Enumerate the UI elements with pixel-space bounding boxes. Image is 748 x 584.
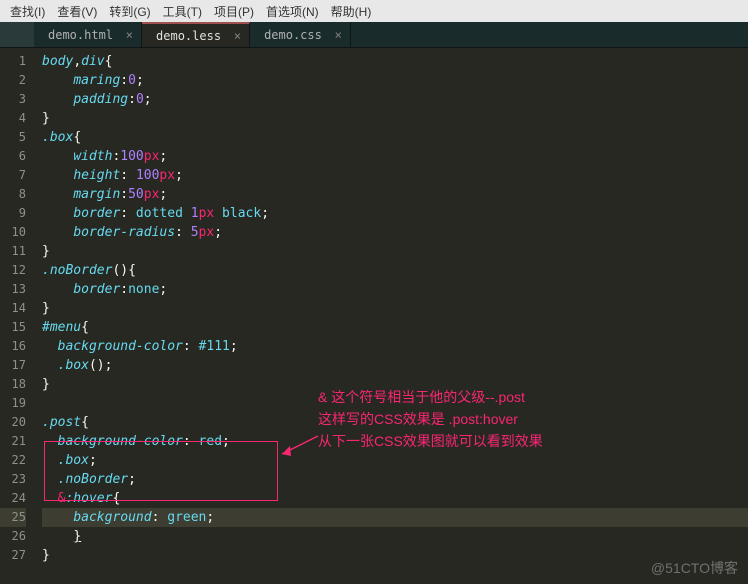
gutter-line: 18 — [0, 375, 26, 394]
tab-label: demo.less — [156, 29, 221, 43]
gutter-line: 1 — [0, 52, 26, 71]
gutter-line: 7 — [0, 166, 26, 185]
code-line: #menu{ — [42, 318, 748, 337]
gutter-line: 15 — [0, 318, 26, 337]
gutter-line: 13 — [0, 280, 26, 299]
gutter-line: 4 — [0, 109, 26, 128]
menu-view[interactable]: 查看(V) — [51, 1, 103, 22]
code-line: } — [42, 527, 748, 546]
gutter-line: 22 — [0, 451, 26, 470]
menu-tools[interactable]: 工具(T) — [157, 1, 208, 22]
gutter-line: 5 — [0, 128, 26, 147]
gutter-line: 19 — [0, 394, 26, 413]
close-icon[interactable]: × — [234, 29, 241, 43]
gutter-line: 17 — [0, 356, 26, 375]
gutter-line: 8 — [0, 185, 26, 204]
annotation-text: & 这个符号相当于他的父级--.post 这样写的CSS效果是 .post:ho… — [318, 386, 543, 452]
gutter-line: 20 — [0, 413, 26, 432]
code-body[interactable]: body,div{ maring:0; padding:0; } .box{ w… — [34, 48, 748, 584]
tab-demo-html[interactable]: demo.html × — [34, 22, 142, 47]
watermark: @51CTO博客 — [651, 558, 738, 578]
code-line: .noBorder(){ — [42, 261, 748, 280]
menu-help[interactable]: 帮助(H) — [325, 1, 378, 22]
gutter-line: 21 — [0, 432, 26, 451]
tab-label: demo.css — [264, 28, 322, 42]
gutter-line: 6 — [0, 147, 26, 166]
code-line: .noBorder; — [42, 470, 748, 489]
gutter-line: 16 — [0, 337, 26, 356]
gutter-line: 12 — [0, 261, 26, 280]
code-line: border:none; — [42, 280, 748, 299]
code-line-current: background: green; — [42, 508, 748, 527]
gutter-line: 24 — [0, 489, 26, 508]
menu-goto[interactable]: 转到(G) — [103, 1, 156, 22]
gutter: 1234567891011121314151617181920212223242… — [0, 48, 34, 584]
menubar[interactable]: 查找(I) 查看(V) 转到(G) 工具(T) 项目(P) 首选项(N) 帮助(… — [0, 0, 748, 22]
gutter-line: 25 — [0, 508, 26, 527]
code-line: } — [42, 109, 748, 128]
tabbar: demo.html × demo.less × demo.css × — [0, 22, 748, 48]
code-line: margin:50px; — [42, 185, 748, 204]
gutter-line: 9 — [0, 204, 26, 223]
gutter-line: 14 — [0, 299, 26, 318]
gutter-line: 10 — [0, 223, 26, 242]
gutter-line: 27 — [0, 546, 26, 565]
gutter-line: 2 — [0, 71, 26, 90]
code-line: .box(); — [42, 356, 748, 375]
code-line: } — [42, 546, 748, 565]
code-line: border-radius: 5px; — [42, 223, 748, 242]
tab-label: demo.html — [48, 28, 113, 42]
gutter-line: 26 — [0, 527, 26, 546]
code-line: background-color: #111; — [42, 337, 748, 356]
annotation-line: & 这个符号相当于他的父级--.post — [318, 386, 543, 408]
menu-prefs[interactable]: 首选项(N) — [260, 1, 325, 22]
code-line: border: dotted 1px black; — [42, 204, 748, 223]
code-line: .box; — [42, 451, 748, 470]
gutter-line: 11 — [0, 242, 26, 261]
tab-demo-less[interactable]: demo.less × — [142, 22, 250, 47]
tab-spacer — [0, 22, 34, 47]
menu-find[interactable]: 查找(I) — [4, 1, 51, 22]
close-icon[interactable]: × — [126, 28, 133, 42]
code-line: } — [42, 299, 748, 318]
code-line: height: 100px; — [42, 166, 748, 185]
menu-project[interactable]: 项目(P) — [208, 1, 260, 22]
gutter-line: 3 — [0, 90, 26, 109]
close-icon[interactable]: × — [335, 28, 342, 42]
tab-demo-css[interactable]: demo.css × — [250, 22, 351, 47]
annotation-line: 从下一张CSS效果图就可以看到效果 — [318, 430, 543, 452]
code-line: &:hover{ — [42, 489, 748, 508]
code-line: maring:0; — [42, 71, 748, 90]
code-line: .box{ — [42, 128, 748, 147]
editor-area[interactable]: 1234567891011121314151617181920212223242… — [0, 48, 748, 584]
code-line: } — [42, 242, 748, 261]
code-line: padding:0; — [42, 90, 748, 109]
gutter-line: 23 — [0, 470, 26, 489]
code-line: width:100px; — [42, 147, 748, 166]
code-line: body,div{ — [42, 52, 748, 71]
annotation-line: 这样写的CSS效果是 .post:hover — [318, 408, 543, 430]
